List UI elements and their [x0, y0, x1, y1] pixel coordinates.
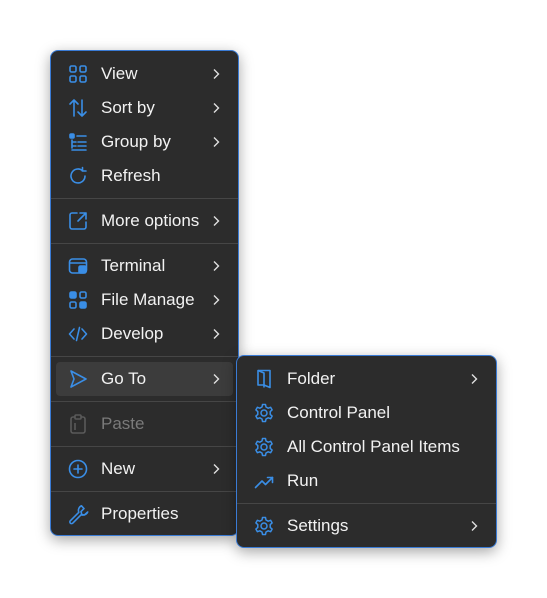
menu-item-view[interactable]: View: [56, 57, 233, 91]
menu-item-label: Sort by: [101, 98, 155, 117]
menu-item-group-by[interactable]: Group by: [56, 125, 233, 159]
terminal-icon: [67, 255, 89, 277]
trending-up-icon: [253, 470, 275, 492]
submenu-item-run[interactable]: Run: [242, 464, 491, 498]
chevron-right-icon: [209, 135, 223, 149]
menu-separator: [51, 243, 238, 244]
menu-item-label: Group by: [101, 132, 171, 151]
menu-item-label: Develop: [101, 324, 164, 343]
gear-icon: [253, 436, 275, 458]
submenu-item-all-control-panel-items[interactable]: All Control Panel Items: [242, 430, 491, 464]
refresh-icon: [67, 165, 89, 187]
apps-grid-icon: [67, 289, 89, 311]
menu-separator: [51, 198, 238, 199]
submenu-item-control-panel[interactable]: Control Panel: [242, 396, 491, 430]
menu-separator: [51, 491, 238, 492]
menu-item-label: Settings: [287, 516, 349, 535]
chevron-right-icon: [467, 372, 481, 386]
submenu-item-settings[interactable]: Settings: [242, 509, 491, 543]
open-external-icon: [67, 210, 89, 232]
sort-arrows-icon: [67, 97, 89, 119]
chevron-right-icon: [209, 214, 223, 228]
menu-item-new[interactable]: New: [56, 452, 233, 486]
go-to-submenu: Folder Control Panel All Control Panel I…: [236, 355, 497, 548]
add-circle-icon: [67, 458, 89, 480]
menu-separator: [237, 503, 496, 504]
code-icon: [67, 323, 89, 345]
wrench-icon: [67, 503, 89, 525]
menu-item-label: Paste: [101, 414, 145, 433]
navigate-arrow-icon: [67, 368, 89, 390]
menu-item-file-manage[interactable]: File Manage: [56, 283, 233, 317]
menu-item-label: More options: [101, 211, 200, 230]
chevron-right-icon: [209, 101, 223, 115]
menu-separator: [51, 401, 238, 402]
gear-icon: [253, 402, 275, 424]
chevron-right-icon: [209, 462, 223, 476]
chevron-right-icon: [209, 293, 223, 307]
menu-item-properties[interactable]: Properties: [56, 497, 233, 531]
gear-icon: [253, 515, 275, 537]
chevron-right-icon: [209, 259, 223, 273]
menu-item-label: Refresh: [101, 166, 161, 185]
chevron-right-icon: [467, 519, 481, 533]
menu-item-label: File Manage: [101, 290, 195, 309]
menu-separator: [51, 356, 238, 357]
menu-item-label: View: [101, 64, 138, 83]
menu-item-develop[interactable]: Develop: [56, 317, 233, 351]
menu-item-label: Properties: [101, 504, 179, 523]
menu-item-label: All Control Panel Items: [287, 437, 460, 456]
grid-view-icon: [67, 63, 89, 85]
menu-separator: [51, 446, 238, 447]
menu-item-label: Terminal: [101, 256, 166, 275]
menu-item-refresh[interactable]: Refresh: [56, 159, 233, 193]
menu-item-terminal[interactable]: Terminal: [56, 249, 233, 283]
menu-item-label: Control Panel: [287, 403, 391, 422]
menu-item-go-to[interactable]: Go To: [56, 362, 233, 396]
menu-item-paste[interactable]: Paste: [56, 407, 233, 441]
menu-item-label: New: [101, 459, 136, 478]
folder-icon: [253, 368, 275, 390]
chevron-right-icon: [209, 67, 223, 81]
menu-item-label: Run: [287, 471, 319, 490]
menu-item-sort-by[interactable]: Sort by: [56, 91, 233, 125]
context-menu: View Sort by Group by Refresh More optio…: [50, 50, 239, 536]
menu-item-label: Go To: [101, 369, 147, 388]
chevron-right-icon: [209, 327, 223, 341]
group-list-icon: [67, 131, 89, 153]
menu-item-label: Folder: [287, 369, 336, 388]
menu-item-more-options[interactable]: More options: [56, 204, 233, 238]
submenu-item-folder[interactable]: Folder: [242, 362, 491, 396]
chevron-right-icon: [209, 372, 223, 386]
clipboard-icon: [67, 413, 89, 435]
